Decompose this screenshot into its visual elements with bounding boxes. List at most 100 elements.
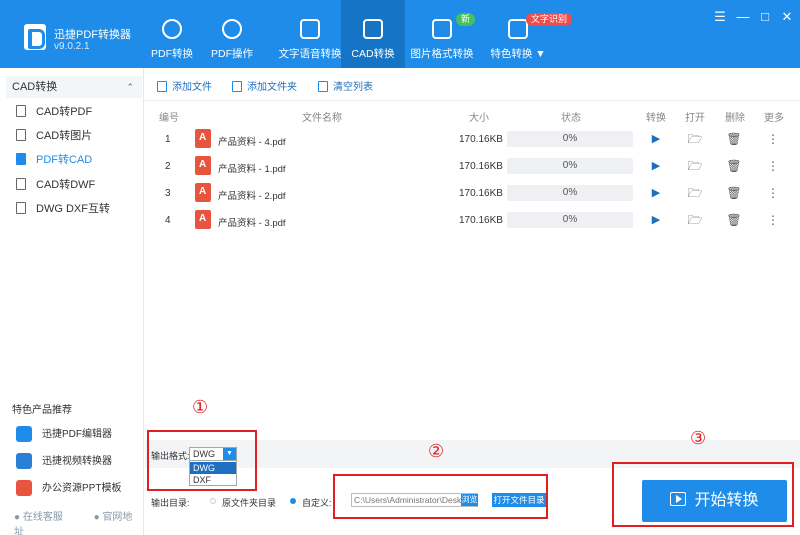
promo-video-converter[interactable]: 迅捷视频转换器 — [16, 451, 144, 473]
online-service-link[interactable]: ● 在线客服 — [14, 512, 77, 523]
promo-label: 迅捷PDF编辑器 — [42, 429, 112, 440]
sidebar-item-label: DWG DXF互转 — [36, 203, 110, 215]
annotation-box-start — [612, 462, 794, 527]
maximize-icon[interactable]: □ — [758, 10, 772, 24]
app-name: 迅捷PDF转换器 — [54, 29, 131, 41]
add-file-button[interactable]: 添加文件 — [157, 78, 212, 93]
annotation-box-format — [147, 430, 257, 491]
table-row[interactable]: 4 产品资料 - 3.pdf 170.16KB 0% ▶ 🗁 🗑 ⋮ — [145, 208, 800, 235]
sidebar: CAD转换 ⌃ CAD转PDF CAD转图片 PDF转CAD CAD转DWF D… — [0, 68, 144, 535]
row-number: 3 — [165, 188, 171, 199]
sidebar-item-label: CAD转DWF — [36, 179, 96, 191]
more-icon[interactable]: ⋮ — [765, 131, 781, 147]
play-icon[interactable]: ▶ — [648, 158, 664, 174]
pdf-file-icon — [195, 129, 211, 148]
sidebar-item-label: CAD转图片 — [36, 130, 93, 142]
more-icon[interactable]: ⋮ — [765, 158, 781, 174]
sidebar-item-label: CAD转PDF — [36, 106, 93, 118]
header-delete: 删除 — [725, 113, 745, 124]
radio-source-folder[interactable] — [210, 498, 216, 504]
promo-ppt-templates[interactable]: 办公资源PPT模板 — [16, 478, 144, 500]
radio-source-label: 原文件夹目录 — [222, 498, 277, 508]
radio-custom[interactable] — [290, 498, 296, 504]
trash-icon[interactable]: 🗑 — [726, 185, 742, 201]
folder-icon[interactable]: 🗁 — [687, 131, 703, 147]
output-dir-label: 输出目录: — [151, 498, 190, 508]
tab-image-format[interactable]: 图片格式转换 — [405, 0, 479, 68]
sidebar-item-dwg-dxf[interactable]: DWG DXF互转 — [16, 198, 136, 220]
table-row[interactable]: 2 产品资料 - 1.pdf 170.16KB 0% ▶ 🗁 🗑 ⋮ — [145, 154, 800, 181]
promo-pdf-editor[interactable]: 迅捷PDF编辑器 — [16, 424, 144, 446]
row-size: 170.16KB — [459, 134, 503, 145]
row-progress: 0% — [507, 212, 633, 228]
ppt-template-icon — [16, 480, 32, 497]
add-file-icon — [157, 80, 167, 92]
file-icon — [16, 105, 26, 118]
star-box-icon — [508, 19, 528, 39]
close-icon[interactable]: ✕ — [780, 10, 794, 24]
play-icon[interactable]: ▶ — [648, 212, 664, 228]
header-number: 编号 — [159, 113, 179, 124]
tab-text-speech[interactable]: 文字语音转换 — [268, 0, 352, 68]
play-icon[interactable]: ▶ — [648, 131, 664, 147]
header-more: 更多 — [764, 113, 784, 124]
video-converter-icon — [16, 453, 32, 470]
tab-label: CAD转换 — [351, 48, 395, 60]
header-filename: 文件名称 — [302, 113, 342, 124]
annotation-number: ② — [428, 441, 445, 462]
add-folder-button[interactable]: 添加文件夹 — [232, 78, 297, 93]
sidebar-item-cad-to-pdf[interactable]: CAD转PDF — [16, 101, 136, 123]
clear-list-icon — [318, 80, 328, 92]
tab-special-convert[interactable]: 特色转换 ▼ — [482, 0, 554, 68]
pdf-editor-icon — [16, 426, 32, 443]
row-status: 0% — [562, 133, 578, 144]
tab-label: 图片格式转换 — [410, 48, 474, 60]
header-status: 状态 — [561, 113, 581, 124]
promo-label: 迅捷视频转换器 — [42, 456, 112, 467]
image-icon — [432, 19, 452, 39]
add-folder-label: 添加文件夹 — [247, 82, 297, 93]
more-icon[interactable]: ⋮ — [765, 212, 781, 228]
menu-icon[interactable]: ☰ — [713, 10, 727, 24]
sidebar-section-header[interactable]: CAD转换 ⌃ — [6, 76, 142, 98]
tab-cad-convert[interactable]: CAD转换 — [341, 0, 405, 68]
convert-arrows-icon — [162, 19, 182, 39]
radio-custom-label: 自定义: — [302, 498, 332, 508]
file-icon — [16, 178, 26, 191]
file-icon — [16, 153, 26, 166]
tab-pdf-operation[interactable]: PDF操作 — [200, 0, 264, 68]
folder-icon[interactable]: 🗁 — [687, 158, 703, 174]
trash-icon[interactable]: 🗑 — [726, 158, 742, 174]
trash-icon[interactable]: 🗑 — [726, 131, 742, 147]
table-row[interactable]: 3 产品资料 - 2.pdf 170.16KB 0% ▶ 🗁 🗑 ⋮ — [145, 181, 800, 208]
tab-label: 特色转换 ▼ — [490, 48, 546, 60]
folder-icon[interactable]: 🗁 — [687, 212, 703, 228]
table-row[interactable]: 1 产品资料 - 4.pdf 170.16KB 0% ▶ 🗁 🗑 ⋮ — [145, 127, 800, 154]
pdf-file-icon — [195, 183, 211, 202]
row-progress: 0% — [507, 131, 633, 147]
tab-label: PDF转换 — [151, 48, 193, 60]
file-toolbar: 添加文件 添加文件夹 清空列表 — [145, 68, 800, 101]
sidebar-item-cad-to-dwf[interactable]: CAD转DWF — [16, 174, 136, 196]
row-status: 0% — [562, 214, 578, 225]
tab-pdf-convert[interactable]: PDF转换 — [140, 0, 204, 68]
title-bar: 迅捷PDF转换器 v9.0.2.1 PDF转换 PDF操作 文字语音转换 CAD… — [0, 0, 800, 68]
row-number: 4 — [165, 215, 171, 226]
row-size: 170.16KB — [459, 161, 503, 172]
play-icon[interactable]: ▶ — [648, 185, 664, 201]
folder-icon[interactable]: 🗁 — [687, 185, 703, 201]
row-progress: 0% — [507, 185, 633, 201]
header-size: 大小 — [469, 113, 489, 124]
add-file-label: 添加文件 — [172, 82, 212, 93]
more-icon[interactable]: ⋮ — [765, 185, 781, 201]
app-version: v9.0.2.1 — [54, 41, 90, 52]
clear-list-label: 清空列表 — [333, 82, 373, 93]
sidebar-footer: ● 在线客服 ● 官网地址 — [14, 508, 143, 535]
app-logo-icon — [24, 24, 46, 50]
trash-icon[interactable]: 🗑 — [726, 212, 742, 228]
clear-list-button[interactable]: 清空列表 — [318, 78, 373, 93]
row-progress: 0% — [507, 158, 633, 174]
minimize-icon[interactable]: — — [736, 10, 750, 24]
sidebar-item-cad-to-image[interactable]: CAD转图片 — [16, 125, 136, 147]
sidebar-item-pdf-to-cad[interactable]: PDF转CAD — [16, 149, 136, 171]
